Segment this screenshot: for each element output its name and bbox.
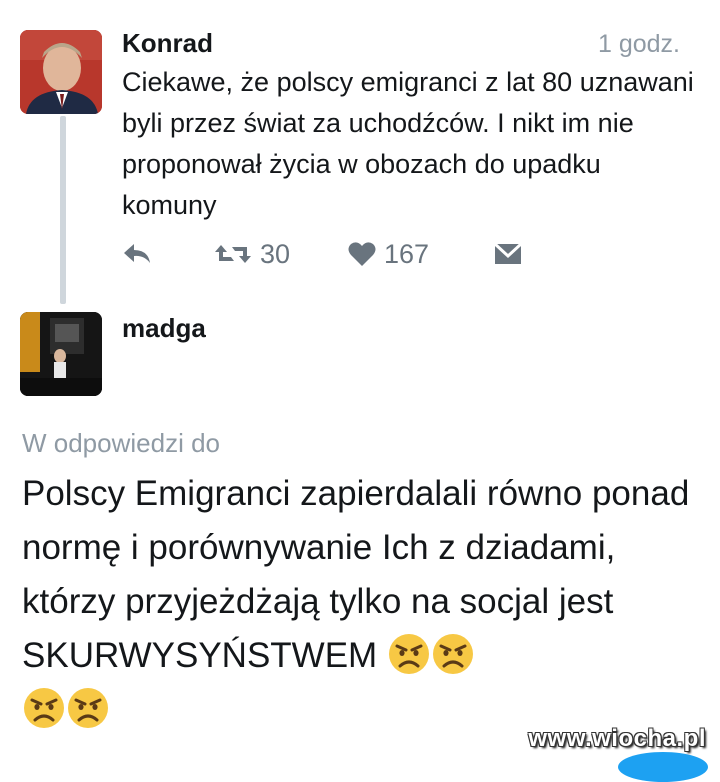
- tweet-text: Ciekawe, że polscy emigranci z lat 80 uz…: [122, 67, 694, 220]
- angry-face-icon: [24, 688, 64, 728]
- thread-connector: [60, 116, 66, 304]
- avatar-konrad[interactable]: [20, 30, 102, 114]
- tweet-author-name[interactable]: Konrad: [122, 28, 213, 59]
- angry-face-icon: [432, 634, 473, 674]
- reply-text-block: Polscy Emigranci zapierdalali równo pona…: [22, 467, 712, 737]
- like-button[interactable]: 167: [348, 232, 429, 276]
- reply-button[interactable]: [122, 232, 152, 276]
- tweet-actions: 30 167: [122, 232, 542, 276]
- retweet-button[interactable]: 30: [214, 232, 290, 276]
- reply-author-name[interactable]: madga: [122, 313, 206, 344]
- partial-floating-button[interactable]: [618, 752, 708, 782]
- heart-icon: [348, 242, 376, 266]
- retweet-icon: [215, 245, 251, 263]
- in-reply-to-label[interactable]: W odpowiedzi do: [22, 428, 220, 459]
- site-watermark: www.wiocha.pl: [528, 725, 706, 752]
- retweet-count: 30: [260, 238, 291, 269]
- reply-arrow-icon: [124, 244, 150, 263]
- like-count: 167: [384, 238, 430, 269]
- envelope-icon: [494, 242, 522, 264]
- direct-message-button[interactable]: [494, 232, 522, 276]
- angry-face-icon: [388, 634, 429, 674]
- angry-face-icon: [68, 688, 108, 728]
- avatar-madga[interactable]: [20, 312, 102, 396]
- tweet-timestamp[interactable]: 1 godz.: [598, 30, 680, 59]
- reply-text: Polscy Emigranci zapierdalali równo pona…: [22, 474, 690, 675]
